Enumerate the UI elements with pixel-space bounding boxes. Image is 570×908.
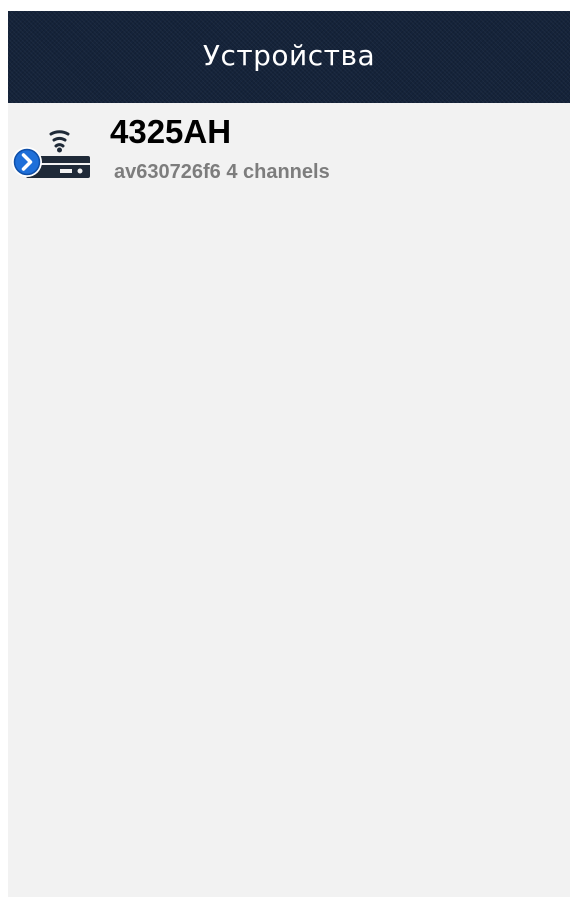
device-info: av630726f6 4 channels (114, 161, 330, 183)
dvr-wifi-icon (12, 130, 90, 178)
device-name: 4325AH (110, 113, 232, 150)
app-header: Устройства (8, 11, 570, 103)
page-title: Устройства (202, 38, 376, 72)
device-list: 4325AH av630726f6 4 channels (8, 103, 570, 203)
app-screen: Устройства 4325AH av630726f6 4 channels (8, 11, 570, 897)
device-list-item[interactable]: 4325AH av630726f6 4 channels (8, 103, 570, 203)
wifi-signal-icon (49, 130, 70, 136)
